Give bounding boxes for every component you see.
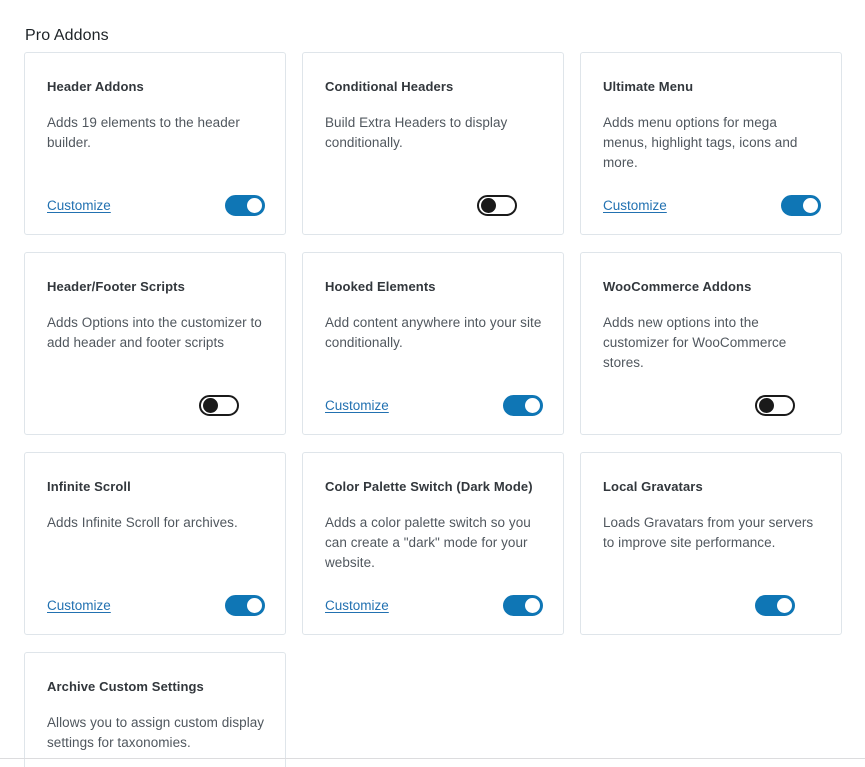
addon-card: Local Gravatars Loads Gravatars from your…: [580, 452, 842, 635]
customize-link[interactable]: Customize: [325, 397, 389, 415]
pro-addons-screen: Pro Addons Header Addons Adds 19 elements…: [0, 0, 865, 767]
addon-footer: Customize: [47, 573, 265, 616]
toggle-knob: [203, 398, 218, 413]
addon-description: Loads Gravatars from your servers to imp…: [603, 515, 814, 550]
addon-title: Ultimate Menu: [603, 79, 694, 94]
toggle-knob: [777, 598, 792, 613]
addon-footer: Customize: [325, 573, 543, 616]
addon-description: Adds a color palette switch so you can c…: [325, 515, 531, 570]
addon-title: Header Addons: [47, 79, 144, 94]
addon-description: Adds Options into the customizer to add …: [47, 315, 262, 350]
addon-footer: Customize: [325, 373, 543, 416]
addon-toggle-off[interactable]: [477, 195, 517, 216]
addon-card: Header Addons Adds 19 elements to the hea…: [24, 52, 286, 235]
addon-card: WooCommerce Addons Adds new options into …: [580, 252, 842, 435]
addon-description: Adds menu options for mega menus, highli…: [603, 115, 798, 170]
addon-title: WooCommerce Addons: [603, 279, 752, 294]
addon-toggle-on[interactable]: [225, 595, 265, 616]
addon-footer: [603, 373, 821, 416]
addon-title: Local Gravatars: [603, 479, 703, 494]
bottom-divider: [0, 758, 865, 759]
toggle-knob: [481, 198, 496, 213]
toggle-knob: [525, 598, 540, 613]
addon-toggle-on[interactable]: [503, 395, 543, 416]
addon-footer: Customize: [603, 173, 821, 216]
addon-card: Archive Custom Settings Allows you to ass…: [24, 652, 286, 767]
addon-footer: [47, 373, 265, 416]
toggle-knob: [247, 198, 262, 213]
addon-card: Color Palette Switch (Dark Mode) Adds a c…: [302, 452, 564, 635]
addon-description: Adds Infinite Scroll for archives.: [47, 515, 238, 530]
addon-footer: [47, 753, 265, 767]
addon-toggle-off[interactable]: [755, 395, 795, 416]
customize-link[interactable]: Customize: [47, 597, 111, 615]
customize-link[interactable]: Customize: [325, 597, 389, 615]
customize-link[interactable]: Customize: [47, 197, 111, 215]
page-title: Pro Addons: [25, 26, 109, 44]
addon-toggle-on[interactable]: [503, 595, 543, 616]
addon-card: Conditional Headers Build Extra Headers t…: [302, 52, 564, 235]
addon-description: Adds new options into the customizer for…: [603, 315, 787, 370]
toggle-knob: [803, 198, 818, 213]
toggle-knob: [247, 598, 262, 613]
addon-description: Build Extra Headers to display condition…: [325, 115, 508, 150]
toggle-knob: [759, 398, 774, 413]
toggle-knob: [525, 398, 540, 413]
addon-description: Adds 19 elements to the header builder.: [47, 115, 240, 150]
addon-title: Hooked Elements: [325, 279, 436, 294]
addon-toggle-on[interactable]: [781, 195, 821, 216]
addon-toggle-on[interactable]: [225, 195, 265, 216]
addon-toggle-on[interactable]: [755, 595, 795, 616]
addon-description: Add content anywhere into your site cond…: [325, 315, 542, 350]
addon-footer: [325, 173, 543, 216]
addon-card: Infinite Scroll Adds Infinite Scroll for …: [24, 452, 286, 635]
addon-title: Header/Footer Scripts: [47, 279, 185, 294]
addon-card: Hooked Elements Add content anywhere into…: [302, 252, 564, 435]
addon-title: Archive Custom Settings: [47, 679, 204, 694]
customize-link[interactable]: Customize: [603, 197, 667, 215]
addon-card: Header/Footer Scripts Adds Options into t…: [24, 252, 286, 435]
addon-footer: [603, 573, 821, 616]
addon-title: Color Palette Switch (Dark Mode): [325, 479, 533, 494]
addon-title: Conditional Headers: [325, 79, 454, 94]
addon-description: Allows you to assign custom display sett…: [47, 715, 265, 750]
addon-toggle-off[interactable]: [199, 395, 239, 416]
addon-footer: Customize: [47, 173, 265, 216]
addon-card: Ultimate Menu Adds menu options for mega …: [580, 52, 842, 235]
addon-title: Infinite Scroll: [47, 479, 131, 494]
addons-grid: Header Addons Adds 19 elements to the hea…: [24, 52, 842, 767]
